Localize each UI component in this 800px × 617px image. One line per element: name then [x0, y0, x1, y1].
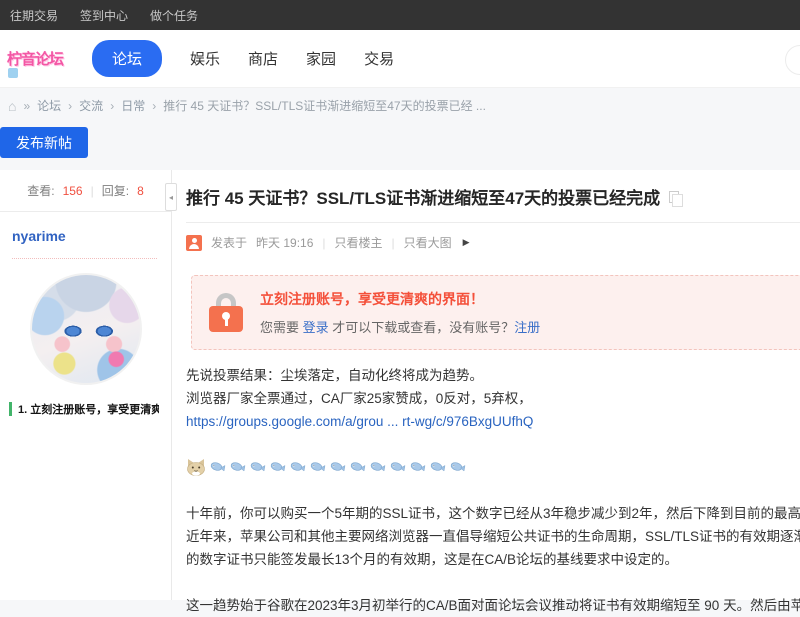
attachment-note-text: 1. 立刻注册账号，享受更清爽的界面！ [18, 401, 159, 417]
content-line: 十年前，你可以购买一个5年期的SSL证书，这个数字已经从3年稳步减少到2年，然后… [186, 502, 800, 525]
post-meta: 发表于 昨天 19:16 | 只看楼主 | 只看大图 ▶ [186, 234, 800, 251]
breadcrumb-item-daily[interactable]: 日常 [121, 97, 145, 114]
meta-divider: | [392, 236, 395, 250]
fish-icon [330, 461, 346, 474]
author-sidebar: ◂ 查看: 156 | 回复: 8 nyarime 1. 立刻注册账号，享受更清… [0, 170, 172, 600]
breadcrumb-separator: › [152, 99, 156, 113]
fish-icon [430, 461, 446, 474]
topbar-link-past-trades[interactable]: 往期交易 [10, 7, 58, 24]
replies-count: 8 [137, 184, 144, 198]
alert-line: 您需要 登录 才可以下载或查看，没有账号？注册 [260, 317, 540, 336]
content-blank-line [186, 571, 800, 594]
collapse-arrow-icon: ◂ [169, 193, 173, 202]
stats-divider: | [91, 184, 94, 198]
site-logo-badge-icon [8, 68, 18, 78]
breadcrumb-separator: » [23, 99, 30, 113]
post-title: 推行 45 天证书？SSL/TLS证书渐进缩短至47天的投票已经完成 [186, 184, 660, 209]
home-icon[interactable]: ⌂ [8, 99, 16, 113]
replies-label: 回复: [102, 182, 129, 199]
posted-label: 发表于 [211, 234, 247, 251]
emoji-row [186, 456, 800, 479]
author-card: nyarime 1. 立刻注册账号，享受更清爽的界面！ [0, 212, 171, 417]
content-line: 这一趋势始于谷歌在2023年3月初举行的CA/B面对面论坛会议推动将证书有效期缩… [186, 594, 800, 617]
post-title-row: 推行 45 天证书？SSL/TLS证书渐进缩短至47天的投票已经完成 [186, 184, 800, 209]
attachment-note: 1. 立刻注册账号，享受更清爽的界面！ [9, 401, 159, 417]
breadcrumb-item-exchange[interactable]: 交流 [79, 97, 103, 114]
thread-panel: ◂ 查看: 156 | 回复: 8 nyarime 1. 立刻注册账号，享受更清… [0, 170, 800, 600]
fish-icon [290, 461, 306, 474]
content-line: 浏览器厂家全票通过，CA厂家25家赞成，0反对，5弃权， [186, 387, 800, 410]
alert-line-mid: 才可以下载或查看，没有账号？ [332, 320, 514, 335]
content-line: 的数字证书只能签发最长13个月的有效期，这是在CA/B论坛的基线要求中设定的。 [186, 548, 800, 571]
author-username-link[interactable]: nyarime [12, 228, 66, 244]
tab-forum[interactable]: 论坛 [92, 40, 162, 77]
sidebar-collapse-handle[interactable]: ◂ [165, 183, 177, 211]
alert-title: 立刻注册账号，享受更清爽的界面！ [260, 289, 540, 309]
fish-icon [450, 461, 466, 474]
breadcrumb-current: 推行 45 天证书？SSL/TLS证书渐进缩短至47天的投票已经 ... [163, 97, 486, 114]
only-images-link[interactable]: 只看大图 [404, 234, 452, 251]
login-link[interactable]: 登录 [303, 320, 329, 335]
main-nav: 柠音论坛 论坛 娱乐 商店 家园 交易 [0, 30, 800, 88]
fish-icon [210, 461, 226, 474]
meta-divider: | [322, 236, 325, 250]
breadcrumb-separator: › [110, 99, 114, 113]
next-thread-arrow-icon[interactable]: ▶ [463, 237, 470, 248]
thread-stats: 查看: 156 | 回复: 8 [0, 170, 171, 212]
content-blank-line [186, 479, 800, 502]
content-line: 近年来，苹果公司和其他主要网络浏览器一直倡导缩短公共证书的生命周期，SSL/TL… [186, 525, 800, 548]
breadcrumb: ⌂ » 论坛 › 交流 › 日常 › 推行 45 天证书？SSL/TLS证书渐进… [8, 97, 800, 114]
top-utility-bar: 往期交易 签到中心 做个任务 [0, 0, 800, 30]
content-line: 先说投票结果：尘埃落定，自动化终将成为趋势。 [186, 364, 800, 387]
fish-icon [370, 461, 386, 474]
site-logo[interactable]: 柠音论坛 [4, 48, 66, 69]
fish-icon [350, 461, 366, 474]
breadcrumb-item-forum[interactable]: 论坛 [37, 97, 61, 114]
views-count: 156 [63, 184, 83, 198]
nav-tabs: 论坛 娱乐 商店 家园 交易 [80, 40, 394, 77]
new-post-button[interactable]: 发布新帖 [0, 127, 88, 158]
green-marker [9, 402, 12, 416]
post-content: 先说投票结果：尘埃落定，自动化终将成为趋势。 浏览器厂家全票通过，CA厂家25家… [186, 364, 800, 617]
tab-trade[interactable]: 交易 [364, 48, 394, 69]
breadcrumb-separator: › [68, 99, 72, 113]
fish-icon [390, 461, 406, 474]
topbar-link-checkin[interactable]: 签到中心 [80, 7, 128, 24]
post-main: 推行 45 天证书？SSL/TLS证书渐进缩短至47天的投票已经完成 发表于 昨… [172, 170, 800, 600]
copy-icon[interactable] [669, 191, 679, 203]
lock-icon [208, 293, 244, 332]
register-link[interactable]: 注册 [514, 320, 540, 335]
topbar-link-tasks[interactable]: 做个任务 [150, 7, 198, 24]
views-label: 查看: [27, 182, 54, 199]
content-line: https://groups.google.com/a/grou ... rt-… [186, 410, 800, 433]
fish-icon [250, 461, 266, 474]
fish-icon [270, 461, 286, 474]
fish-icon [230, 461, 246, 474]
google-groups-link[interactable]: https://groups.google.com/a/grou ... rt-… [186, 414, 533, 429]
cat-face-icon [186, 459, 206, 476]
avatar[interactable] [30, 273, 142, 385]
content-blank-line [186, 433, 800, 456]
fish-icons [210, 461, 466, 474]
only-author-link[interactable]: 只看楼主 [335, 234, 383, 251]
tab-entertainment[interactable]: 娱乐 [190, 48, 220, 69]
register-alert: 立刻注册账号，享受更清爽的界面！ 您需要 登录 才可以下载或查看，没有账号？注册… [191, 275, 800, 350]
tab-shop[interactable]: 商店 [248, 48, 278, 69]
fish-icon [410, 461, 426, 474]
site-logo-text: 柠音论坛 [4, 48, 66, 69]
tab-home[interactable]: 家园 [306, 48, 336, 69]
posted-time: 昨天 19:16 [256, 234, 313, 251]
alert-text: 立刻注册账号，享受更清爽的界面！ 您需要 登录 才可以下载或查看，没有账号？注册 [260, 289, 540, 336]
author-divider [12, 258, 157, 259]
fish-icon [310, 461, 326, 474]
alert-line-pre: 您需要 [260, 320, 299, 335]
title-divider [186, 222, 800, 223]
poster-avatar-icon [186, 235, 202, 251]
